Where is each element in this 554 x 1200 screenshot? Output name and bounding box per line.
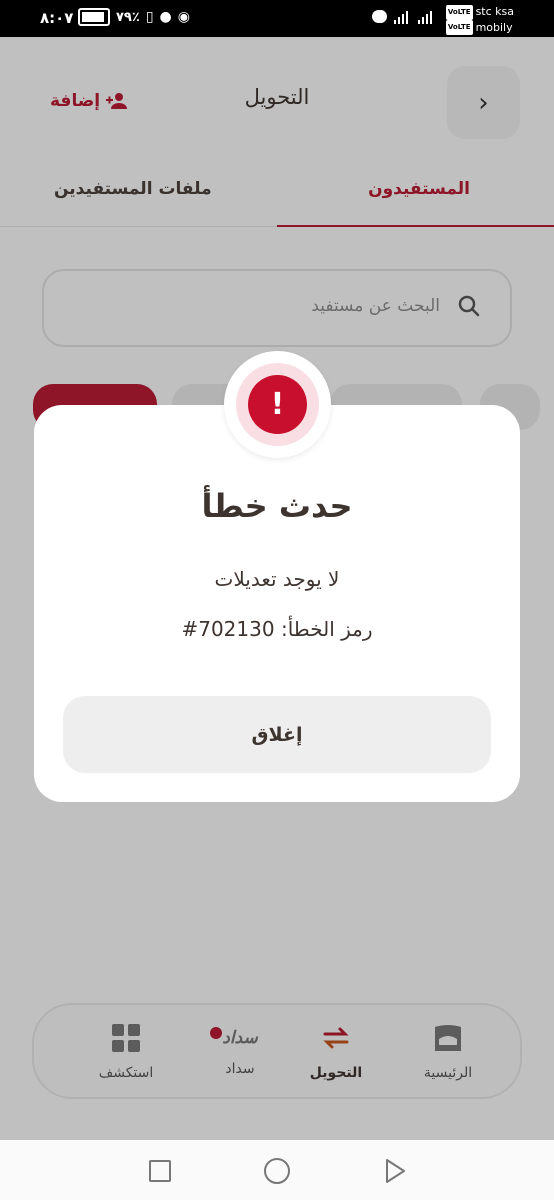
home-button-icon[interactable] bbox=[264, 1158, 290, 1184]
dialog-title: حدث خطأ bbox=[201, 487, 353, 525]
signal-icon bbox=[418, 10, 432, 24]
chat-bubble-icon bbox=[372, 10, 387, 23]
carrier-1: stc ksa bbox=[475, 5, 514, 18]
error-badge: ! bbox=[224, 351, 331, 458]
close-button[interactable]: إغلاق bbox=[63, 696, 491, 773]
status-bar: ٨:٠٧ ٧٩٪ ▯ ● ◉ VoLTE stc ksa VoLTE mobily bbox=[0, 0, 554, 37]
dialog-message: لا يوجد تعديلات bbox=[214, 567, 340, 591]
status-time: ٨:٠٧ bbox=[40, 9, 74, 27]
vibrate-icon: ▯ bbox=[145, 9, 154, 25]
location-icon: ● bbox=[159, 9, 172, 25]
exclamation-icon: ! bbox=[248, 375, 307, 434]
error-dialog: حدث خطأ لا يوجد تعديلات رمز الخطأ: 70213… bbox=[34, 405, 520, 802]
recents-icon[interactable] bbox=[149, 1160, 171, 1182]
system-nav-bar bbox=[0, 1140, 554, 1200]
error-code: رمز الخطأ: 702130# bbox=[181, 617, 373, 641]
volte-badge: VoLTE bbox=[445, 4, 473, 20]
signal-icon bbox=[394, 10, 408, 24]
volte-badge: VoLTE bbox=[445, 20, 473, 35]
battery-percent: ٧٩٪ bbox=[116, 9, 140, 25]
back-triangle-icon[interactable] bbox=[384, 1158, 406, 1184]
battery-icon bbox=[78, 8, 110, 26]
carrier-2: mobily bbox=[475, 20, 513, 34]
eye-icon: ◉ bbox=[177, 9, 190, 25]
